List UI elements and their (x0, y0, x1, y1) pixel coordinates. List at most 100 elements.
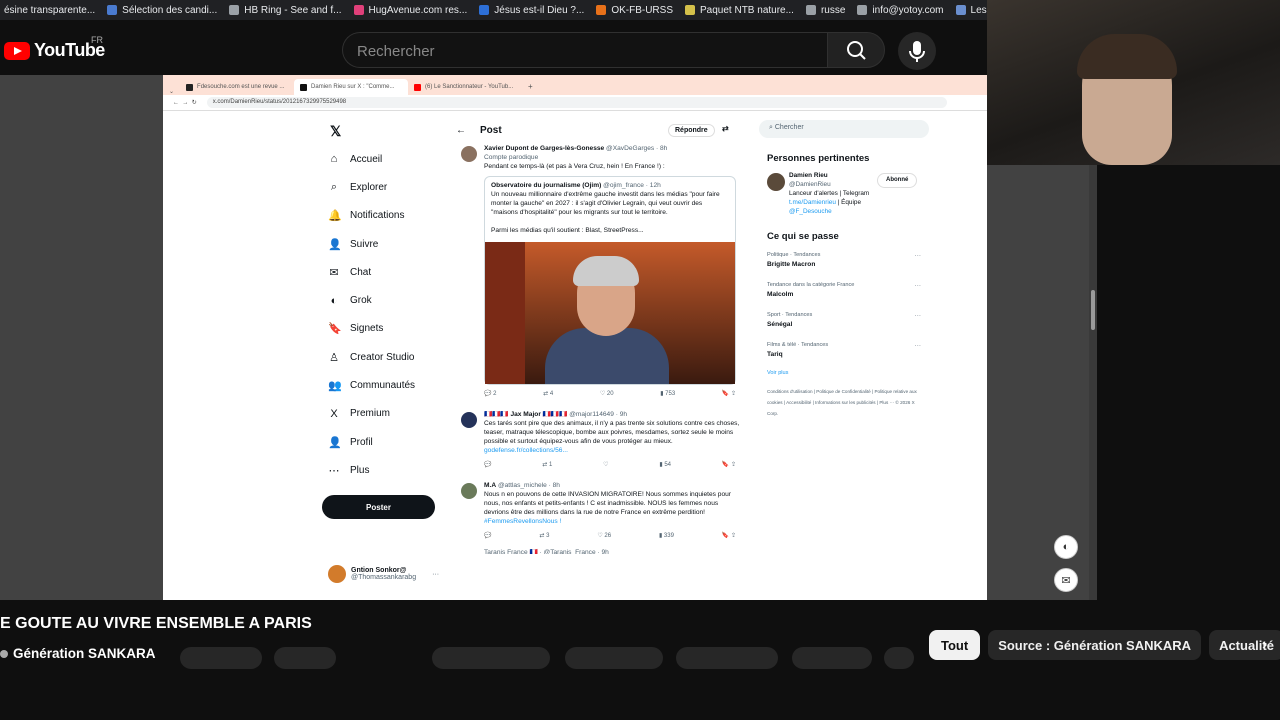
tab-list-icon[interactable]: ⌄ (169, 88, 174, 95)
x-nav-item-chat[interactable]: ✉ Chat (328, 258, 448, 286)
x-nav-item-accueil[interactable]: ⌂ Accueil (328, 145, 448, 173)
bookmark-item[interactable]: Sélection des candi... (103, 5, 225, 16)
chevron-right-icon[interactable]: › (1262, 636, 1267, 654)
reply-icon[interactable]: 💬 2 (484, 390, 496, 402)
x-nav-item-notifications[interactable]: 🔔 Notifications (328, 202, 448, 230)
channel-name-row[interactable]: Génération SANKARA (0, 646, 156, 661)
voice-search-button[interactable] (898, 32, 936, 70)
bookmark-item[interactable]: HugAvenue.com res... (350, 5, 476, 16)
more-icon[interactable]: ··· (915, 251, 921, 260)
x-search-input[interactable]: ⌕ Chercher (759, 120, 929, 138)
bookmark-item[interactable]: Paquet NTB nature... (681, 5, 802, 16)
tweet-partial[interactable]: Taranis France 🇫🇷 · @Taranis_France · 9h (456, 544, 740, 554)
person-link[interactable]: t.me/Damienrieu (789, 199, 836, 206)
show-more-link[interactable]: Voir plus (767, 369, 929, 378)
search-button[interactable] (827, 32, 885, 68)
person-mention[interactable]: @F_Desouche (789, 207, 929, 216)
grok-fab-icon[interactable]: ◐ (1054, 535, 1078, 559)
retweet-icon[interactable]: ⇄ 3 (539, 532, 549, 544)
x-nav-item-profil[interactable]: 👤 Profil (328, 428, 448, 456)
join-button[interactable] (274, 647, 336, 669)
tweet-hashtag[interactable]: #FemmesRevellonsNous ! (484, 517, 740, 526)
quote-image[interactable] (485, 241, 735, 384)
like-icon[interactable]: ♡ 26 (597, 532, 611, 544)
tweet[interactable]: Xavier Dupont de Garges-lès-Gonesse @Xav… (456, 140, 740, 402)
back-icon[interactable]: ← (173, 100, 179, 106)
x-nav-item-grok[interactable]: ◐ Grok (328, 286, 448, 314)
more-actions-button[interactable] (884, 647, 914, 669)
bookmark-item[interactable]: OK-FB-URSS (592, 5, 681, 16)
bookmark-item[interactable]: ésine transparente... (0, 5, 103, 16)
views-icon[interactable]: ▮ 54 (659, 461, 671, 473)
reply-icon[interactable]: 💬 (484, 461, 491, 473)
bookmark-icon[interactable]: 🔖 ⇪ (722, 532, 736, 544)
url-field[interactable]: x.com/DamienRieu/status/2012167329975529… (206, 97, 947, 108)
tweet-author[interactable]: M.A (484, 482, 496, 489)
trend-item[interactable]: Sport · Tendances Sénégal ··· (759, 309, 929, 339)
x-nav-item-explorer[interactable]: ⌕ Explorer (328, 173, 448, 201)
download-button[interactable] (676, 647, 778, 669)
search-input[interactable]: Rechercher (342, 32, 828, 68)
bookmark-icon[interactable]: 🔖 ⇪ (722, 461, 736, 473)
like-icon[interactable]: ♡ 20 (600, 390, 614, 402)
trend-item[interactable]: Tendance dans la catégorie France Malcolm… (759, 279, 929, 309)
trend-item[interactable]: Films & télé · Tendances Tariq ··· (759, 339, 929, 369)
x-nav-item-signets[interactable]: 🔖 Signets (328, 315, 448, 343)
tweet-link[interactable]: godefense.fr/collections/56... (484, 446, 740, 455)
x-nav-item-premium[interactable]: X Premium (328, 400, 448, 428)
forward-icon[interactable]: → (182, 100, 188, 106)
bookmark-item[interactable]: Jésus est-il Dieu ?... (475, 5, 592, 16)
messages-fab-icon[interactable]: ✉ (1054, 568, 1078, 592)
bookmark-item[interactable]: info@yotoy.com (853, 5, 951, 16)
x-nav-item-communaut-s[interactable]: 👥 Communautés (328, 371, 448, 399)
views-icon[interactable]: ▮ 339 (659, 532, 674, 544)
thanks-button[interactable] (792, 647, 872, 669)
like-dislike-button[interactable] (432, 647, 550, 669)
chip-source[interactable]: Source : Génération SANKARA (988, 630, 1202, 660)
account-switcher[interactable]: Gntion Sonkor@ @Thomassankarabg ··· (328, 565, 439, 583)
channel-name[interactable]: Génération SANKARA (13, 646, 156, 661)
retweet-icon[interactable]: ⇄ 1 (542, 461, 552, 473)
more-icon[interactable]: ··· (432, 571, 439, 578)
post-button[interactable]: Poster (322, 495, 435, 519)
bookmark-item[interactable]: Les concours d'aute... (952, 5, 990, 16)
chip-news[interactable]: Actualité (1209, 630, 1280, 660)
more-icon[interactable]: ··· (915, 281, 921, 290)
quoted-tweet[interactable]: Observatoire du journalisme (Ojim) @ojim… (484, 175, 736, 385)
reply-button[interactable]: Répondre (668, 124, 715, 137)
youtube-play-icon (4, 41, 30, 60)
tweet[interactable]: 🇫🇷🇫🇷🇫🇷 Jax Major 🇫🇷🇫🇷🇫🇷 @major114649 · 9… (456, 406, 740, 473)
new-tab-button[interactable]: + (528, 82, 533, 91)
video-scroll-thumb[interactable] (1091, 290, 1095, 330)
tweet[interactable]: M.A @attlas_michele · 8h Nous n en pouvo… (456, 477, 740, 544)
chip-all[interactable]: Tout (929, 630, 981, 660)
share-button[interactable] (565, 647, 663, 669)
like-icon[interactable]: ♡ (603, 461, 608, 473)
retweet-icon[interactable]: ⇄ 4 (543, 390, 553, 402)
settings-icon[interactable]: ⇄ (722, 124, 729, 133)
subscribe-button[interactable] (180, 647, 262, 669)
reply-icon[interactable]: 💬 (484, 532, 491, 544)
browser-tab-1[interactable]: Fdesouche.com est une revue ... (180, 79, 294, 95)
bookmark-icon[interactable]: 🔖 ⇪ (722, 390, 736, 402)
follow-button[interactable]: Abonné (877, 173, 918, 188)
tweet-author[interactable]: Xavier Dupont de Garges-lès-Gonesse (484, 145, 604, 152)
browser-tab-2[interactable]: Damien Rieu sur X : "Comme... (294, 79, 409, 95)
youtube-logo[interactable]: YouTube (4, 40, 105, 61)
back-arrow-icon[interactable]: ← (456, 125, 466, 136)
views-icon[interactable]: ▮ 753 (660, 390, 675, 402)
x-logo[interactable]: 𝕏 (330, 123, 341, 140)
x-footer[interactable]: Conditions d'utilisation | Politique de … (767, 386, 917, 419)
tweet-author[interactable]: 🇫🇷🇫🇷🇫🇷 Jax Major 🇫🇷🇫🇷🇫🇷 (484, 411, 567, 418)
person-card[interactable]: Damien Rieu @DamienRieu Abonné Lanceur d… (759, 171, 929, 216)
more-icon[interactable]: ··· (915, 311, 921, 320)
trend-item[interactable]: Politique · Tendances Brigitte Macron ··· (759, 249, 929, 279)
reload-icon[interactable]: ↻ (192, 99, 197, 106)
x-nav-item-plus[interactable]: ⋯ Plus (328, 456, 448, 484)
bookmark-item[interactable]: HB Ring - See and f... (225, 5, 349, 16)
browser-tab-3[interactable]: (6) Le Sanctionnateur - YouTub... (408, 79, 522, 95)
bookmark-item[interactable]: russe (802, 5, 853, 16)
x-nav-item-suivre[interactable]: 👤 Suivre (328, 230, 448, 258)
more-icon[interactable]: ··· (915, 341, 921, 350)
x-nav-item-creator-studio[interactable]: ♙ Creator Studio (328, 343, 448, 371)
